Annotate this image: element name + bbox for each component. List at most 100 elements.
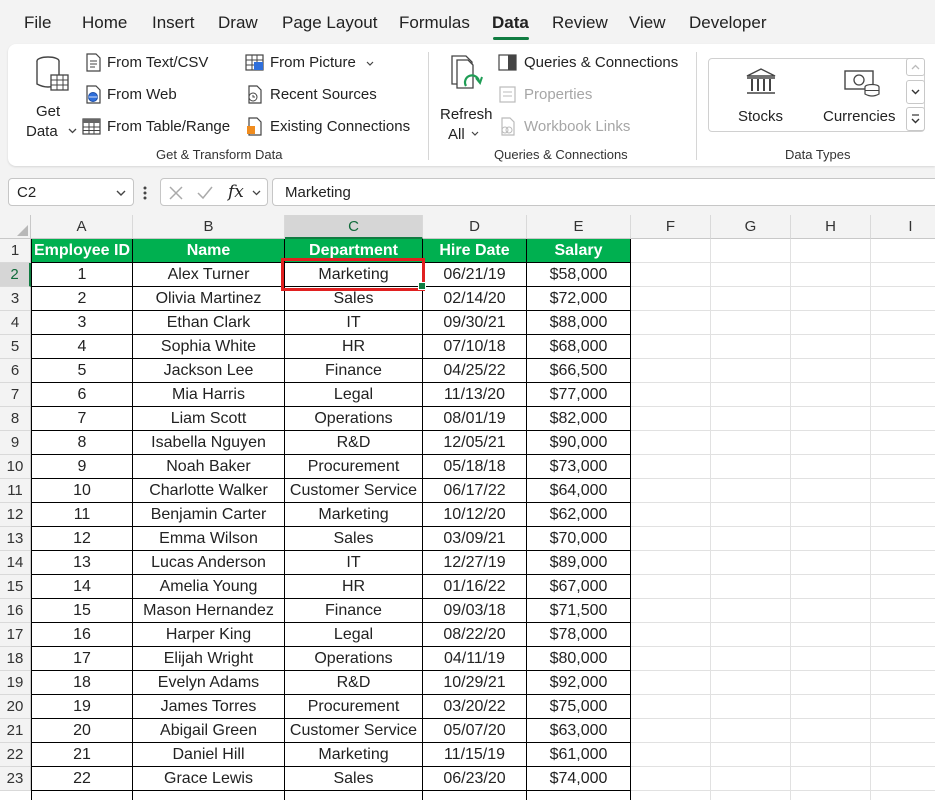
column-header-g[interactable]: G xyxy=(711,215,791,239)
table-cell[interactable]: Harper King xyxy=(133,623,285,647)
from-text-csv-button[interactable]: From Text/CSV xyxy=(82,52,232,74)
table-cell[interactable]: 11/15/19 xyxy=(423,743,527,767)
row-header-10[interactable]: 10 xyxy=(0,455,31,479)
row-header-5[interactable]: 5 xyxy=(0,335,31,359)
table-cell[interactable]: Noah Baker xyxy=(133,455,285,479)
column-header-b[interactable]: B xyxy=(133,215,285,239)
table-cell[interactable]: IT xyxy=(285,311,423,335)
menu-review[interactable]: Review xyxy=(552,13,608,33)
table-cell[interactable]: 17 xyxy=(31,647,133,671)
table-cell[interactable]: Procurement xyxy=(285,455,423,479)
table-cell[interactable]: Customer Service xyxy=(285,719,423,743)
table-cell[interactable]: Marketing xyxy=(285,743,423,767)
table-cell[interactable]: Grace Lewis xyxy=(133,767,285,791)
table-cell[interactable]: 10/29/21 xyxy=(423,671,527,695)
table-cell[interactable]: 08/22/20 xyxy=(423,623,527,647)
currencies-button[interactable]: Currencies xyxy=(813,63,909,127)
table-cell[interactable]: 01/16/22 xyxy=(423,575,527,599)
column-header-c[interactable]: C xyxy=(285,215,423,239)
row-header-21[interactable]: 21 xyxy=(0,719,31,743)
recent-sources-button[interactable]: Recent Sources xyxy=(245,84,385,106)
table-cell[interactable] xyxy=(527,791,631,800)
table-cell[interactable]: 18 xyxy=(31,671,133,695)
table-cell[interactable]: Mia Harris xyxy=(133,383,285,407)
table-cell[interactable]: 19 xyxy=(31,695,133,719)
stocks-button[interactable]: Stocks xyxy=(715,63,803,127)
menu-page-layout[interactable]: Page Layout xyxy=(282,13,377,33)
row-header-12[interactable]: 12 xyxy=(0,503,31,527)
name-box[interactable]: C2 xyxy=(8,178,134,206)
table-cell[interactable]: 10 xyxy=(31,479,133,503)
table-cell[interactable]: $82,000 xyxy=(527,407,631,431)
table-cell[interactable]: Procurement xyxy=(285,695,423,719)
from-table-range-button[interactable]: From Table/Range xyxy=(82,116,242,138)
table-cell[interactable]: $80,000 xyxy=(527,647,631,671)
table-cell[interactable]: 9 xyxy=(31,455,133,479)
table-cell[interactable]: 05/18/18 xyxy=(423,455,527,479)
table-cell[interactable]: Isabella Nguyen xyxy=(133,431,285,455)
row-header-9[interactable]: 9 xyxy=(0,431,31,455)
column-header-i[interactable]: I xyxy=(871,215,935,239)
table-cell[interactable]: 15 xyxy=(31,599,133,623)
table-cell[interactable]: James Torres xyxy=(133,695,285,719)
fill-handle[interactable] xyxy=(418,282,426,290)
table-cell[interactable]: 14 xyxy=(31,575,133,599)
column-header-d[interactable]: D xyxy=(423,215,527,239)
table-cell[interactable]: 02/14/20 xyxy=(423,287,527,311)
column-header-a[interactable]: A xyxy=(31,215,133,239)
row-header-11[interactable]: 11 xyxy=(0,479,31,503)
row-header-20[interactable]: 20 xyxy=(0,695,31,719)
table-cell[interactable]: Emma Wilson xyxy=(133,527,285,551)
row-header-2[interactable]: 2 xyxy=(0,263,31,287)
row-header-3[interactable]: 3 xyxy=(0,287,31,311)
table-cell[interactable]: Marketing xyxy=(285,503,423,527)
table-cell[interactable]: $61,000 xyxy=(527,743,631,767)
table-cell[interactable]: Sales xyxy=(285,527,423,551)
row-header-15[interactable]: 15 xyxy=(0,575,31,599)
table-cell[interactable]: Liam Scott xyxy=(133,407,285,431)
table-cell[interactable]: Charlotte Walker xyxy=(133,479,285,503)
worksheet-grid[interactable]: A B C D E F G H I 1 2 3 4 5 6 7 8 9 10 11 12 13 14 15 16 17 18 19 20… xyxy=(0,215,935,800)
row-header-8[interactable]: 8 xyxy=(0,407,31,431)
table-cell[interactable]: 3 xyxy=(31,311,133,335)
workbook-links-button[interactable]: Workbook Links xyxy=(498,116,638,138)
table-cell[interactable]: $62,000 xyxy=(527,503,631,527)
table-cell[interactable]: $77,000 xyxy=(527,383,631,407)
table-cell[interactable]: R&D xyxy=(285,671,423,695)
table-cell[interactable]: $75,000 xyxy=(527,695,631,719)
table-cell[interactable]: $71,500 xyxy=(527,599,631,623)
table-cell[interactable]: $66,500 xyxy=(527,359,631,383)
table-cell[interactable]: $88,000 xyxy=(527,311,631,335)
table-cell[interactable]: HR xyxy=(285,335,423,359)
table-cell[interactable]: $68,000 xyxy=(527,335,631,359)
row-header-18[interactable]: 18 xyxy=(0,647,31,671)
table-cell[interactable]: Sales xyxy=(285,767,423,791)
column-header-h[interactable]: H xyxy=(791,215,871,239)
table-cell[interactable]: 08/01/19 xyxy=(423,407,527,431)
row-header-23[interactable]: 23 xyxy=(0,767,31,791)
row-header-17[interactable]: 17 xyxy=(0,623,31,647)
menu-data[interactable]: Data xyxy=(492,13,529,33)
table-cell[interactable]: Finance xyxy=(285,359,423,383)
table-cell[interactable]: 13 xyxy=(31,551,133,575)
table-cell[interactable]: $72,000 xyxy=(527,287,631,311)
menu-view[interactable]: View xyxy=(629,13,666,33)
table-cell[interactable]: $92,000 xyxy=(527,671,631,695)
column-header-e[interactable]: E xyxy=(527,215,631,239)
table-cell[interactable]: $58,000 xyxy=(527,263,631,287)
table-cell[interactable]: 07/10/18 xyxy=(423,335,527,359)
table-cell[interactable]: Operations xyxy=(285,647,423,671)
table-cell[interactable]: 12/05/21 xyxy=(423,431,527,455)
table-cell[interactable]: 11 xyxy=(31,503,133,527)
insert-function-button[interactable]: fx xyxy=(228,182,244,202)
table-cell[interactable]: 6 xyxy=(31,383,133,407)
gallery-scroll-up[interactable] xyxy=(906,58,925,76)
get-data-button[interactable]: Get Data xyxy=(22,52,77,140)
table-cell[interactable]: 20 xyxy=(31,719,133,743)
table-cell[interactable]: $78,000 xyxy=(527,623,631,647)
table-cell[interactable]: 12/27/19 xyxy=(423,551,527,575)
menu-draw[interactable]: Draw xyxy=(218,13,258,33)
more-options-icon[interactable] xyxy=(143,186,147,200)
row-header-14[interactable]: 14 xyxy=(0,551,31,575)
table-cell[interactable]: $70,000 xyxy=(527,527,631,551)
